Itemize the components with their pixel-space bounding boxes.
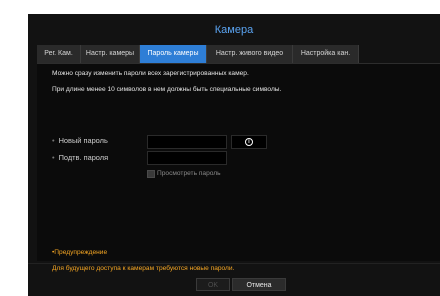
warning-text: Для будущего доступа к камерам требуются… — [52, 265, 235, 272]
confirm-password-input[interactable] — [147, 151, 227, 165]
bullet-icon: • — [52, 136, 55, 145]
new-password-label: • Новый пароль — [52, 136, 108, 145]
info-text-line-1: Можно сразу изменить пароли всех зарегис… — [52, 70, 249, 77]
show-password-checkbox[interactable] — [147, 170, 155, 178]
tab-bar: Рег. Кам. Настр. камеры Пароль камеры На… — [37, 45, 440, 64]
password-panel: Можно сразу изменить пароли всех зарегис… — [37, 64, 440, 272]
bullet-icon: • — [52, 153, 55, 162]
tab-camera-settings[interactable]: Настр. камеры — [81, 45, 140, 63]
footer-divider — [28, 263, 440, 264]
confirm-password-label: • Подтв. пароля — [52, 153, 108, 162]
new-password-label-text: Новый пароль — [58, 136, 108, 145]
password-info-button[interactable]: i — [231, 135, 267, 149]
ok-button[interactable]: OK — [196, 278, 230, 291]
tab-camera-registration[interactable]: Рег. Кам. — [37, 45, 81, 63]
info-circle-icon: i — [245, 138, 253, 146]
confirm-password-label-text: Подтв. пароля — [58, 153, 109, 162]
dialog-title: Камера — [214, 24, 254, 36]
tab-live-video-settings[interactable]: Настр. живого видео — [207, 45, 293, 63]
camera-dialog: Камера Рег. Кам. Настр. камеры Пароль ка… — [28, 14, 440, 296]
new-password-input[interactable] — [147, 135, 227, 149]
info-text-line-2: При длине менее 10 символов в нем должны… — [52, 86, 282, 93]
show-password-label[interactable]: Просмотреть пароль — [157, 170, 221, 177]
warning-title: •Предупреждение — [52, 249, 108, 256]
tab-camera-password[interactable]: Пароль камеры — [140, 45, 207, 63]
tab-channel-settings[interactable]: Настройка кан. — [293, 45, 359, 63]
cancel-button[interactable]: Отмена — [232, 278, 286, 291]
